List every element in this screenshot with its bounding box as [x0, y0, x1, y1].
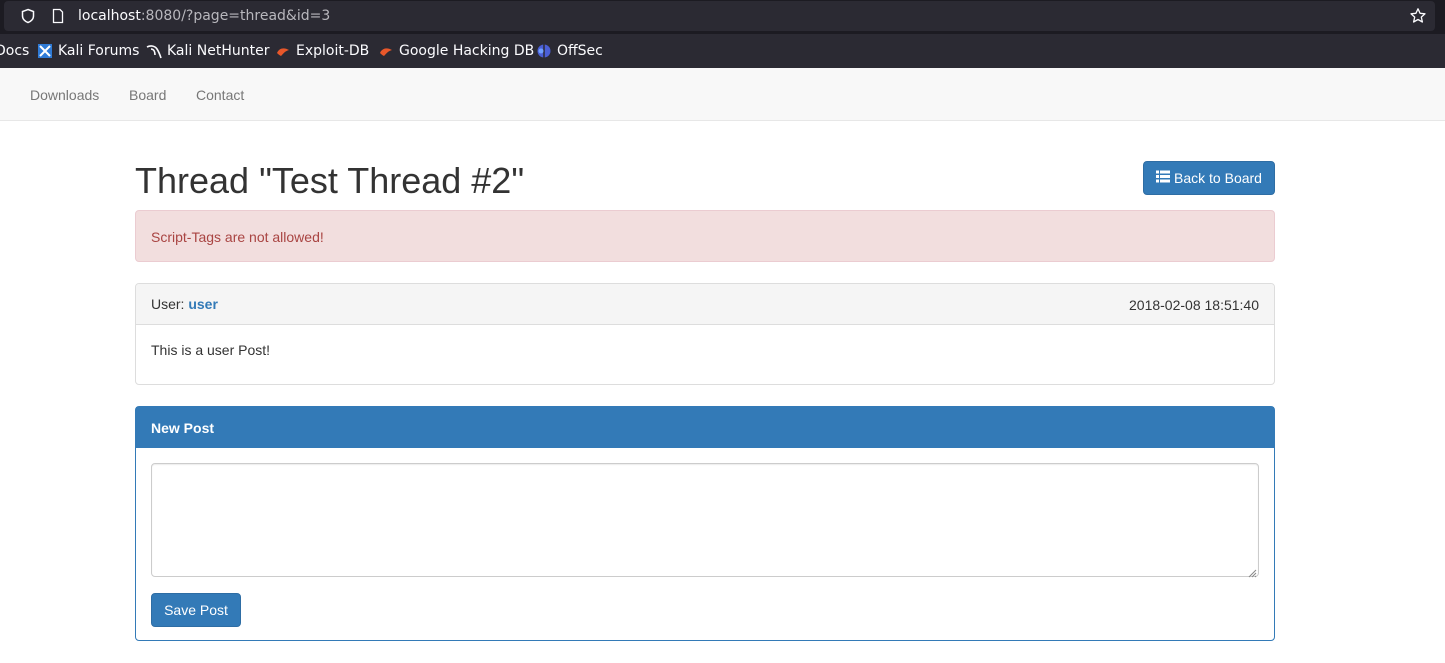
shield-icon[interactable]	[20, 8, 36, 29]
offsec-icon	[536, 43, 552, 59]
bookmark-kali-nethunter[interactable]: Kali NetHunter	[146, 43, 269, 59]
user-label: User:	[151, 296, 185, 312]
post-heading: User: user 2018-02-08 18:51:40	[136, 284, 1274, 325]
error-alert: Script-Tags are not allowed!	[135, 210, 1275, 262]
list-icon	[1156, 170, 1171, 186]
url-text[interactable]: localhost:8080/?page=thread&id=3	[78, 8, 330, 24]
bookmark-docs[interactable]: Docs	[0, 43, 29, 59]
back-button-label: Back to Board	[1174, 170, 1262, 186]
save-post-button[interactable]: Save Post	[151, 593, 241, 627]
post-body: This is a user Post!	[151, 342, 271, 358]
bookmarks-bar: Docs Kali Forums Kali NetHunter Exploit-…	[0, 34, 1445, 68]
nav-link-board[interactable]: Board	[129, 87, 166, 103]
exploit-db-icon	[275, 43, 291, 59]
address-bar[interactable]: localhost:8080/?page=thread&id=3	[4, 1, 1435, 31]
bookmark-kali-forums[interactable]: Kali Forums	[37, 43, 139, 59]
new-post-heading: New Post	[136, 407, 1274, 448]
bookmark-label: Kali NetHunter	[167, 43, 270, 59]
bookmark-offsec[interactable]: OffSec	[536, 43, 603, 59]
back-to-board-button[interactable]: Back to Board	[1143, 161, 1275, 195]
bookmark-label: Docs	[0, 43, 30, 59]
kali-nethunter-icon	[146, 43, 162, 59]
post-panel: User: user 2018-02-08 18:51:40 This is a…	[135, 283, 1275, 385]
alert-text: Script-Tags are not allowed!	[151, 229, 324, 245]
bookmark-label: OffSec	[557, 43, 603, 59]
page-icon	[50, 8, 66, 29]
nav-link-downloads[interactable]: Downloads	[30, 87, 99, 103]
nav-link-contact[interactable]: Contact	[196, 87, 244, 103]
bookmark-label: Exploit-DB	[296, 43, 370, 59]
site-navbar: Downloads Board Contact	[0, 68, 1445, 121]
bookmark-google-hacking-db[interactable]: Google Hacking DB	[378, 43, 534, 59]
new-post-panel: New Post Save Post	[135, 406, 1275, 641]
username-link[interactable]: user	[188, 296, 218, 312]
bookmark-label: Kali Forums	[58, 43, 140, 59]
google-hacking-db-icon	[378, 43, 394, 59]
browser-toolbar: localhost:8080/?page=thread&id=3	[0, 0, 1445, 34]
resize-grip-icon[interactable]	[1247, 565, 1273, 639]
post-date: 2018-02-08 18:51:40	[1129, 297, 1259, 313]
bookmark-label: Google Hacking DB	[399, 43, 535, 59]
bookmark-star-icon[interactable]	[1409, 7, 1427, 30]
page-title: Thread "Test Thread #2"	[135, 160, 525, 201]
kali-forums-icon	[37, 43, 53, 59]
post-textarea[interactable]	[151, 463, 1259, 577]
bookmark-exploit-db[interactable]: Exploit-DB	[275, 43, 369, 59]
